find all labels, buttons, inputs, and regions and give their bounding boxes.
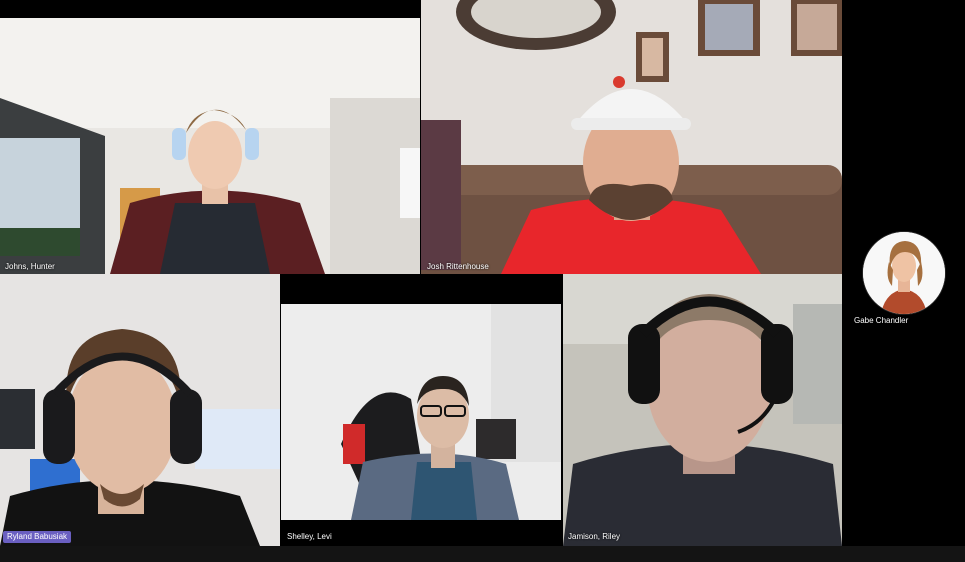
- participant-avatar-gabe-chandler[interactable]: [862, 231, 946, 315]
- video-feed: [281, 304, 561, 546]
- avatar: [863, 232, 945, 314]
- video-tile-jamison-riley[interactable]: Jamison, Riley: [563, 274, 842, 546]
- video-feed: [0, 274, 280, 546]
- participant-name-label: Johns, Hunter: [5, 262, 55, 271]
- video-tile-ryland-babusiak[interactable]: Ryland Babusiak: [0, 274, 280, 546]
- participant-name-label: Josh Rittenhouse: [427, 262, 489, 271]
- participant-name-label: Ryland Babusiak: [3, 531, 72, 543]
- video-tile-shelley-levi[interactable]: Shelley, Levi: [281, 304, 561, 546]
- video-tile-johns-hunter[interactable]: Johns, Hunter: [0, 18, 420, 274]
- video-feed: [421, 0, 842, 274]
- participant-name-label: Shelley, Levi: [287, 532, 332, 541]
- participant-name-label: Gabe Chandler: [854, 316, 909, 325]
- video-feed: [563, 274, 842, 546]
- video-feed: [0, 18, 420, 274]
- video-tile-josh-rittenhouse[interactable]: Josh Rittenhouse: [421, 0, 842, 274]
- participant-name-label: Jamison, Riley: [568, 532, 621, 541]
- bottom-bar: [0, 546, 965, 562]
